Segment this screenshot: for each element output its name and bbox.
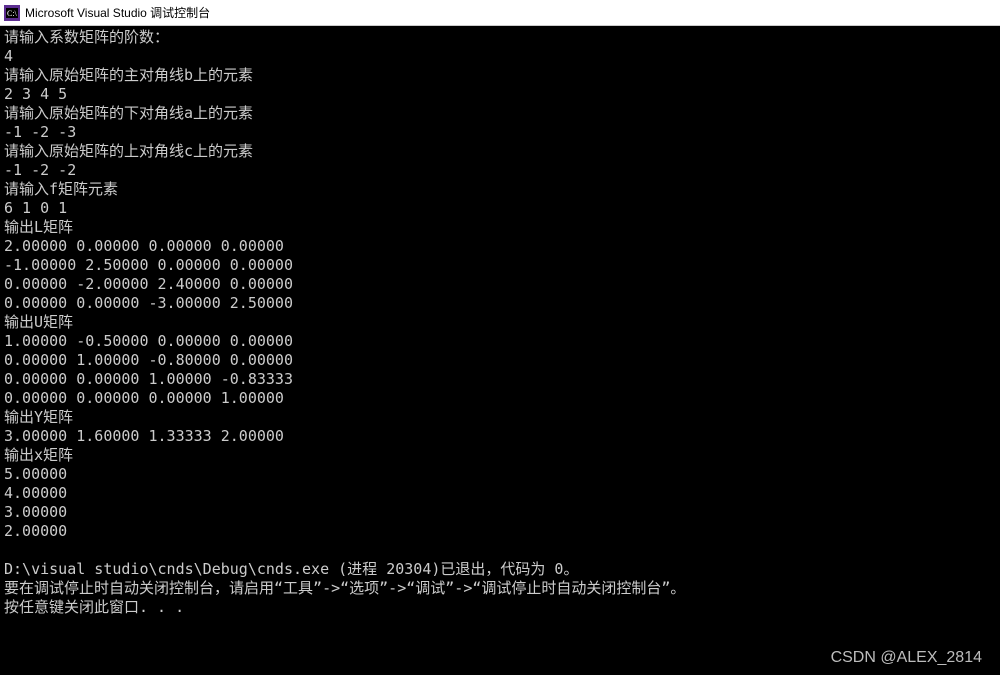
console-line: 输出Y矩阵 bbox=[4, 408, 996, 427]
console-line: 输出L矩阵 bbox=[4, 218, 996, 237]
console-line: 2 3 4 5 bbox=[4, 85, 996, 104]
console-line: 2.00000 0.00000 0.00000 0.00000 bbox=[4, 237, 996, 256]
console-line: 0.00000 0.00000 -3.00000 2.50000 bbox=[4, 294, 996, 313]
app-icon: C:\ bbox=[4, 5, 20, 21]
console-line bbox=[4, 541, 996, 560]
window-title: Microsoft Visual Studio 调试控制台 bbox=[25, 4, 210, 21]
console-line: 请输入f矩阵元素 bbox=[4, 180, 996, 199]
console-line: -1 -2 -2 bbox=[4, 161, 996, 180]
console-line: 3.00000 bbox=[4, 503, 996, 522]
console-line: 0.00000 -2.00000 2.40000 0.00000 bbox=[4, 275, 996, 294]
console-line: 请输入系数矩阵的阶数： bbox=[4, 28, 996, 47]
console-line: 4.00000 bbox=[4, 484, 996, 503]
console-line: 5.00000 bbox=[4, 465, 996, 484]
console-line: 请输入原始矩阵的下对角线a上的元素 bbox=[4, 104, 996, 123]
console-line: 2.00000 bbox=[4, 522, 996, 541]
console-line: 4 bbox=[4, 47, 996, 66]
console-line: 输出U矩阵 bbox=[4, 313, 996, 332]
console-line: 6 1 0 1 bbox=[4, 199, 996, 218]
console-line: 0.00000 1.00000 -0.80000 0.00000 bbox=[4, 351, 996, 370]
console-line: -1.00000 2.50000 0.00000 0.00000 bbox=[4, 256, 996, 275]
console-line: 按任意键关闭此窗口. . . bbox=[4, 598, 996, 617]
console-line: 3.00000 1.60000 1.33333 2.00000 bbox=[4, 427, 996, 446]
console-output[interactable]: 请输入系数矩阵的阶数：4请输入原始矩阵的主对角线b上的元素2 3 4 5请输入原… bbox=[0, 26, 1000, 675]
console-line: 请输入原始矩阵的主对角线b上的元素 bbox=[4, 66, 996, 85]
window-titlebar[interactable]: C:\ Microsoft Visual Studio 调试控制台 bbox=[0, 0, 1000, 26]
console-line: 要在调试停止时自动关闭控制台，请启用“工具”->“选项”->“调试”->“调试停… bbox=[4, 579, 996, 598]
console-line: 0.00000 0.00000 0.00000 1.00000 bbox=[4, 389, 996, 408]
console-line: D:\visual studio\cnds\Debug\cnds.exe (进程… bbox=[4, 560, 996, 579]
console-line: 请输入原始矩阵的上对角线c上的元素 bbox=[4, 142, 996, 161]
watermark: CSDN @ALEX_2814 bbox=[831, 649, 982, 667]
console-line: 输出x矩阵 bbox=[4, 446, 996, 465]
console-line: 1.00000 -0.50000 0.00000 0.00000 bbox=[4, 332, 996, 351]
console-line: 0.00000 0.00000 1.00000 -0.83333 bbox=[4, 370, 996, 389]
console-line: -1 -2 -3 bbox=[4, 123, 996, 142]
svg-text:C:\: C:\ bbox=[7, 9, 18, 18]
